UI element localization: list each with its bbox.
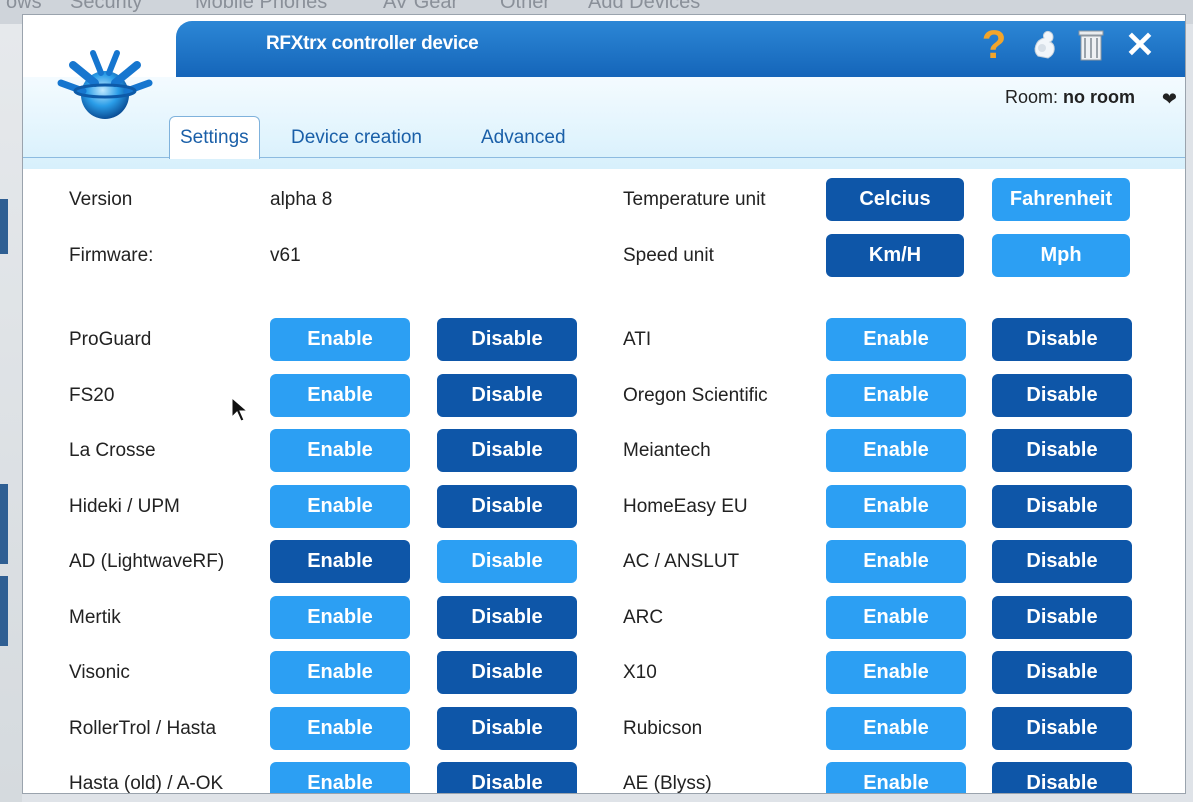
disable-button[interactable]: Disable [992,596,1132,639]
mouse-cursor-icon [231,397,249,422]
fahrenheit-button[interactable]: Fahrenheit [992,178,1130,221]
enable-button[interactable]: Enable [270,596,410,639]
protocol-label: ProGuard [69,329,152,350]
enable-button[interactable]: Enable [270,762,410,793]
enable-button[interactable]: Enable [270,707,410,750]
protocol-label: RollerTrol / Hasta [69,718,217,739]
disable-button[interactable]: Disable [437,596,577,639]
protocol-label: Oregon Scientific [623,385,768,406]
disable-button[interactable]: Disable [437,429,577,472]
protocol-label: AD (LightwaveRF) [69,551,225,572]
protocol-label: Visonic [69,662,130,683]
disable-button[interactable]: Disable [437,651,577,694]
protocol-label: La Crosse [69,440,156,461]
background-nav-item: AV Gear [383,0,459,13]
disable-button[interactable]: Disable [992,374,1132,417]
protocol-label: Hideki / UPM [69,496,180,517]
background-block [0,199,8,254]
help-icon[interactable]: ? [979,23,1009,67]
mph-button[interactable]: Mph [992,234,1130,277]
enable-button[interactable]: Enable [826,651,966,694]
room-label: Room: [1004,87,1058,107]
trash-icon[interactable] [1074,25,1108,65]
version-label: Version [69,189,133,210]
background-nav-item: Other [500,0,551,13]
background-nav-item: ows [6,0,42,13]
enable-button[interactable]: Enable [826,596,966,639]
disable-button[interactable]: Disable [992,762,1132,793]
room-selector[interactable]: Room: no room [1005,87,1135,108]
tab-settings[interactable]: Settings [169,116,260,159]
enable-button[interactable]: Enable [826,429,966,472]
plugin-icon[interactable] [1028,25,1062,65]
enable-button[interactable]: Enable [270,374,410,417]
disable-button[interactable]: Disable [437,762,577,793]
protocol-label: Mertik [69,607,121,628]
enable-button[interactable]: Enable [826,318,966,361]
disable-button[interactable]: Disable [992,707,1132,750]
dialog-titlebar: RFXtrx controller device ? ✕ [176,21,1185,77]
enable-button[interactable]: Enable [270,485,410,528]
enable-button[interactable]: Enable [826,374,966,417]
dialog-title: RFXtrx controller device [266,33,479,54]
background-sidebar [0,24,22,802]
disable-button[interactable]: Disable [992,318,1132,361]
enable-button[interactable]: Enable [270,318,410,361]
protocol-label: AC / ANSLUT [623,551,740,572]
close-icon[interactable]: ✕ [1120,24,1160,65]
protocol-label: X10 [623,662,657,683]
enable-button[interactable]: Enable [826,485,966,528]
enable-button[interactable]: Enable [826,762,966,793]
tab-advanced[interactable]: Advanced [471,118,576,158]
disable-button[interactable]: Disable [992,429,1132,472]
enable-button[interactable]: Enable [270,429,410,472]
disable-button[interactable]: Disable [992,540,1132,583]
logo-icon [55,43,155,133]
tab-device-creation[interactable]: Device creation [281,118,432,158]
disable-button[interactable]: Disable [992,485,1132,528]
disable-button[interactable]: Disable [437,540,577,583]
protocol-label: ATI [623,329,652,350]
protocol-label: AE (Blyss) [623,773,712,794]
protocol-label: ARC [623,607,664,628]
disable-button[interactable]: Disable [437,374,577,417]
enable-button[interactable]: Enable [270,651,410,694]
protocol-label: FS20 [69,385,115,406]
firmware-value: v61 [270,245,301,266]
protocol-label: HomeEasy EU [623,496,748,517]
background-block [0,484,8,564]
device-dialog: RFXtrx controller device ? ✕ Room: no ro… [22,14,1186,794]
background-nav-item: Add Devices [588,0,701,13]
protocol-label: Meiantech [623,440,711,461]
firmware-label: Firmware: [69,245,154,266]
enable-button[interactable]: Enable [826,707,966,750]
kmh-button[interactable]: Km/H [826,234,964,277]
enable-button[interactable]: Enable [826,540,966,583]
disable-button[interactable]: Disable [437,485,577,528]
protocol-label: Hasta (old) / A-OK [69,773,224,794]
background-nav-item: Security [70,0,143,13]
chevron-down-icon[interactable]: ❤ [1162,89,1177,110]
celcius-button[interactable]: Celcius [826,178,964,221]
enable-button[interactable]: Enable [270,540,410,583]
protocol-label: Rubicson [623,718,703,739]
room-value: no room [1063,87,1135,107]
disable-button[interactable]: Disable [437,707,577,750]
background-block [0,576,8,646]
version-value: alpha 8 [270,189,333,210]
disable-button[interactable]: Disable [992,651,1132,694]
speed-unit-label: Speed unit [623,245,714,266]
background-nav-item: Mobile Phones [195,0,328,13]
temperature-unit-label: Temperature unit [623,189,766,210]
disable-button[interactable]: Disable [437,318,577,361]
